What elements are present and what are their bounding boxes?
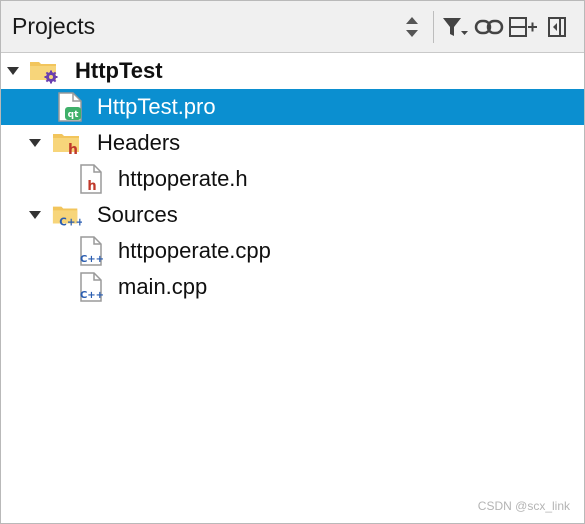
cpp-file-icon: C++ [76, 236, 106, 266]
svg-text:h: h [68, 142, 78, 156]
link-icon [474, 19, 504, 34]
toolbar-separator [433, 10, 434, 43]
panel-title: Projects [12, 13, 96, 39]
header-file-name: httpoperate.h [118, 166, 248, 191]
tree-item-source-file[interactable]: C++ httpoperate.cpp [1, 233, 584, 269]
project-name: HttpTest [75, 58, 163, 83]
link-with-editor-button[interactable] [472, 7, 506, 47]
projects-panel: Projects HttpTest qt HttpTest.pro h Head… [0, 0, 585, 524]
svg-text:C++: C++ [80, 254, 104, 265]
expand-arrow-icon[interactable] [26, 134, 44, 152]
tree-item-project[interactable]: HttpTest [1, 53, 584, 89]
svg-text:C++: C++ [59, 216, 82, 228]
tree-item-headers[interactable]: h Headers [1, 125, 584, 161]
split-button[interactable] [506, 7, 540, 47]
projects-toolbar: Projects [1, 1, 584, 53]
tree-item-header-file[interactable]: h httpoperate.h [1, 161, 584, 197]
headers-folder-icon: h [52, 128, 82, 158]
project-tree: HttpTest qt HttpTest.pro h Headers h htt… [1, 53, 584, 305]
cpp-file-icon: C++ [76, 272, 106, 302]
expand-arrow-icon[interactable] [4, 62, 22, 80]
svg-text:qt: qt [68, 110, 79, 120]
tree-item-pro-file[interactable]: qt HttpTest.pro [1, 89, 584, 125]
close-sidebar-button[interactable] [540, 7, 574, 47]
source-file-name: httpoperate.cpp [118, 238, 271, 263]
source-file-name: main.cpp [118, 274, 208, 299]
pro-file-name: HttpTest.pro [97, 94, 216, 119]
filter-icon [443, 17, 468, 36]
tree-item-sources[interactable]: C++ Sources [1, 197, 584, 233]
split-add-icon [509, 16, 537, 37]
sort-updown-icon [406, 16, 418, 37]
qt-pro-file-icon: qt [55, 92, 85, 122]
svg-text:C++: C++ [80, 290, 104, 301]
sort-updown-button[interactable] [395, 7, 429, 47]
header-file-icon: h [76, 164, 106, 194]
sources-folder-label: Sources [97, 202, 178, 227]
watermark: CSDN @scx_link [477, 499, 570, 513]
svg-text:h: h [87, 179, 96, 194]
expand-arrow-icon[interactable] [26, 206, 44, 224]
tree-item-source-file[interactable]: C++ main.cpp [1, 269, 584, 305]
close-sidebar-icon [548, 16, 566, 37]
headers-folder-label: Headers [97, 130, 181, 155]
project-folder-gear-icon [29, 56, 59, 86]
filter-button[interactable] [438, 7, 472, 47]
sources-folder-icon: C++ [52, 200, 82, 230]
